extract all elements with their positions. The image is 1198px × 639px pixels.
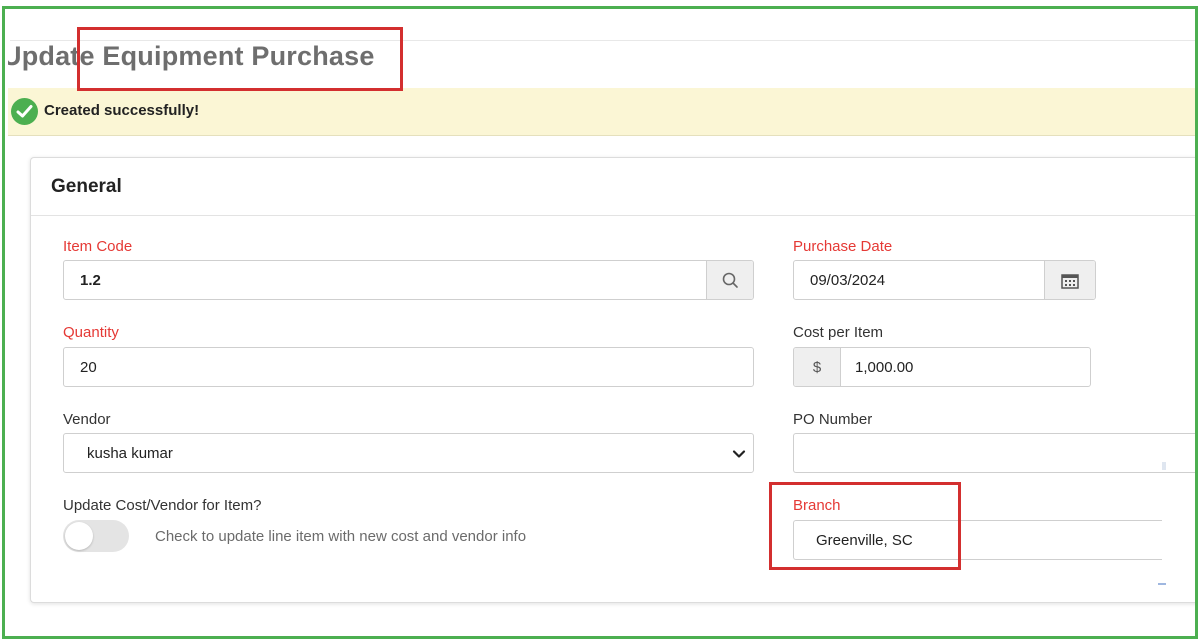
toggle-knob (65, 522, 93, 550)
item-code-input[interactable]: 1.2 (63, 260, 754, 300)
vendor-selected-value: kusha kumar (87, 445, 173, 462)
quantity-label: Quantity (63, 324, 119, 341)
currency-symbol: $ (812, 359, 822, 376)
edge-mark (1158, 583, 1166, 585)
cost-per-item-input[interactable]: $ 1,000.00 (793, 347, 1091, 387)
vendor-label: Vendor (63, 411, 111, 428)
edge-mark (1162, 462, 1166, 470)
po-number-input[interactable] (793, 433, 1196, 473)
branch-highlight-box (769, 482, 961, 570)
item-code-label: Item Code (63, 238, 133, 255)
chevron-down-icon (731, 446, 747, 467)
title-highlight-box (77, 27, 403, 91)
item-code-value: 1.2 (80, 272, 101, 289)
po-number-label: PO Number (793, 411, 873, 428)
success-message: Created successfully! (44, 102, 200, 119)
update-cost-label: Update Cost/Vendor for Item? (63, 497, 262, 514)
quantity-input[interactable]: 20 (63, 347, 754, 387)
quantity-value: 20 (80, 359, 97, 376)
purchase-date-value: 09/03/2024 (810, 272, 886, 289)
search-icon (721, 271, 741, 296)
item-lookup-button[interactable] (706, 261, 753, 299)
vendor-select[interactable]: kusha kumar (63, 433, 754, 473)
calendar-icon (1061, 273, 1079, 294)
cost-per-item-label: Cost per Item (793, 324, 884, 341)
update-cost-hint: Check to update line item with new cost … (155, 528, 527, 545)
currency-prefix: $ (794, 348, 841, 386)
purchase-date-input[interactable]: 09/03/2024 (793, 260, 1096, 300)
success-alert: Created successfully! (8, 88, 1196, 136)
card-title: General (51, 176, 122, 197)
update-cost-toggle[interactable] (63, 520, 129, 552)
card-header: General (31, 158, 1198, 216)
cost-per-item-value: 1,000.00 (855, 359, 914, 376)
date-picker-button[interactable] (1044, 261, 1095, 299)
check-circle-icon (11, 98, 38, 125)
purchase-date-label: Purchase Date (793, 238, 893, 255)
